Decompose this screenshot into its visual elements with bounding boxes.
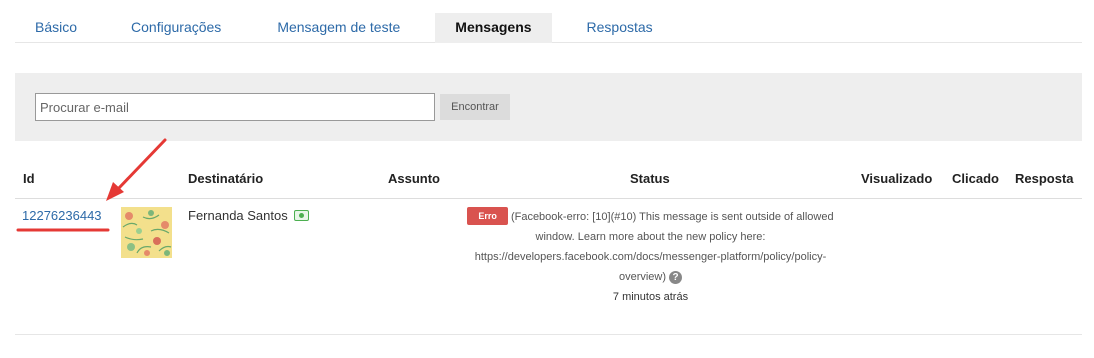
column-header-recipient[interactable]: Destinatário [188, 171, 263, 186]
tab-mensagens[interactable]: Mensagens [435, 13, 552, 43]
recipient-name: Fernanda Santos [188, 208, 288, 223]
error-badge: Erro [467, 207, 508, 225]
status-message: (Facebook-erro: [10](#10) This message i… [474, 211, 834, 283]
row-divider [15, 334, 1082, 335]
column-header-viewed[interactable]: Visualizado [861, 171, 932, 186]
tab-mensagem-de-teste[interactable]: Mensagem de teste [277, 13, 435, 43]
help-icon[interactable]: ? [669, 271, 683, 284]
column-header-subject[interactable]: Assunto [388, 171, 440, 186]
column-header-id[interactable]: Id [23, 171, 35, 186]
tab-configuracoes[interactable]: Configurações [131, 13, 277, 43]
avatar [121, 207, 172, 258]
status-time: 7 minutos atrás [612, 291, 689, 303]
find-button[interactable]: Encontrar [440, 94, 510, 120]
tab-bar: Básico Configurações Mensagem de teste M… [15, 13, 1082, 43]
header-divider [15, 198, 1082, 199]
column-header-clicked[interactable]: Clicado [952, 171, 999, 186]
money-icon [294, 210, 309, 221]
search-panel: Encontrar [15, 73, 1082, 141]
message-id-link[interactable]: 12276236443 [22, 208, 102, 223]
search-input[interactable] [35, 93, 435, 121]
status-cell: Erro (Facebook-erro: [10](#10) This messa… [458, 207, 843, 307]
column-header-status[interactable]: Status [630, 171, 670, 186]
tab-respostas[interactable]: Respostas [552, 13, 673, 43]
tab-basico[interactable]: Básico [15, 13, 131, 43]
column-header-response[interactable]: Resposta [1015, 171, 1074, 186]
